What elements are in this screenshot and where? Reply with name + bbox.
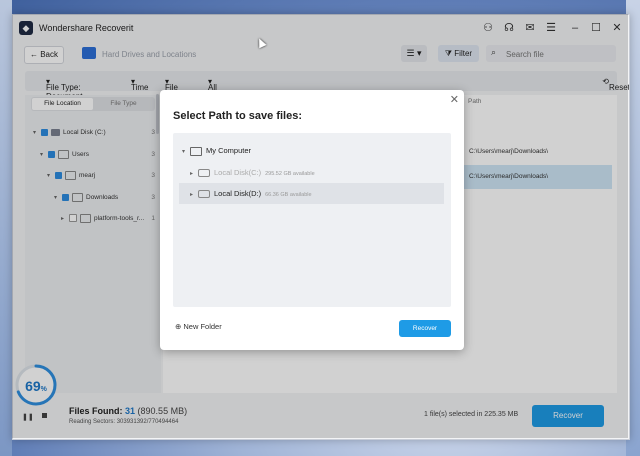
dialog-title: Select Path to save files: (173, 110, 302, 122)
new-folder-button[interactable]: ⊕ New Folder (175, 322, 222, 331)
disk-icon (198, 190, 210, 199)
computer-icon (190, 146, 202, 156)
chevron-right-icon: ▸ (190, 171, 194, 177)
dialog-recover-button[interactable]: Recover (399, 320, 451, 337)
chevron-right-icon[interactable]: ▸ (190, 190, 198, 201)
tree-node-my-computer[interactable]: ▾ My Computer (182, 145, 251, 158)
wallpaper (0, 0, 12, 456)
close-icon[interactable]: ✕ (450, 93, 459, 106)
chevron-down-icon[interactable]: ▾ (182, 147, 190, 158)
tree-node-drive-c: ▸ Local Disk(C:) 295.52 GB available (190, 167, 315, 180)
tree-node-drive-d-label[interactable]: ▸ Local Disk(D:) 66.36 GB available (190, 188, 312, 201)
path-tree: ▾ My Computer ▸ Local Disk(C:) 295.52 GB av… (173, 133, 451, 307)
save-path-dialog: Select Path to save files: ✕ ▾ My Compute… (160, 90, 464, 350)
disk-icon (198, 169, 210, 178)
